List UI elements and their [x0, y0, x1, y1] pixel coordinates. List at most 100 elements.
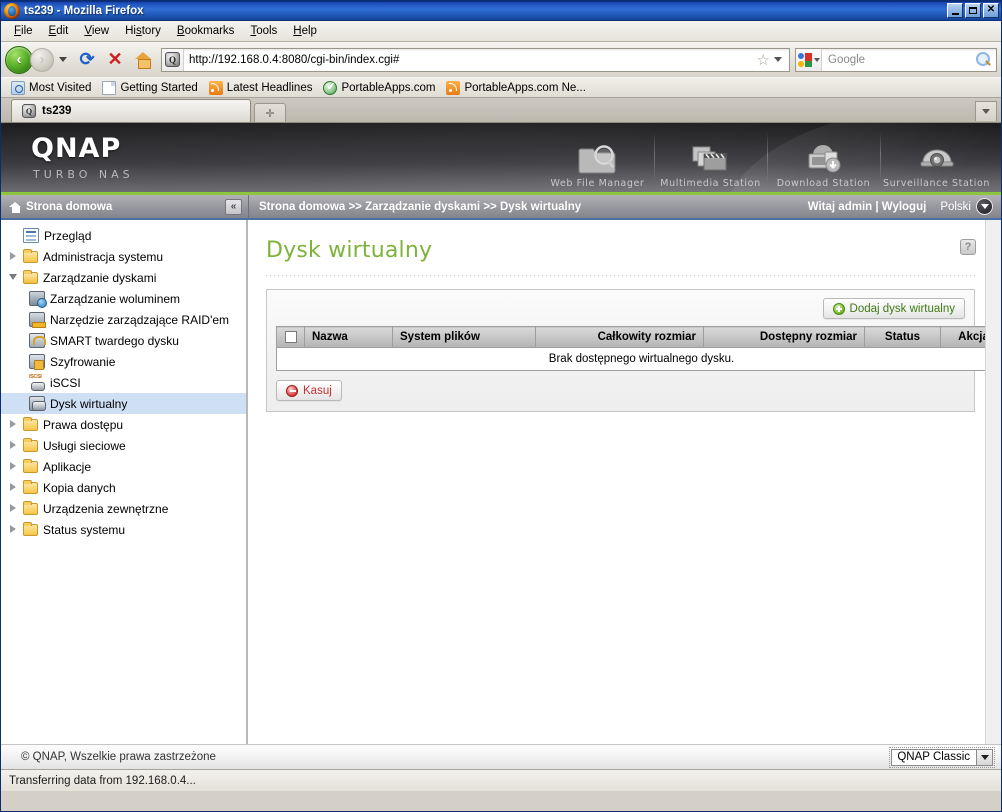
search-input[interactable]: Google [822, 54, 974, 66]
sidebar-item-dysk-wirtualny[interactable]: Dysk wirtualny [1, 393, 246, 414]
history-dropdown-icon[interactable] [59, 57, 67, 62]
sidebar-item-iscsi[interactable]: iSCSI [1, 372, 246, 393]
twisty-icon[interactable] [9, 525, 18, 534]
delete-button[interactable]: Kasuj [276, 380, 342, 401]
twisty-icon[interactable] [9, 504, 18, 513]
google-logo-icon [797, 52, 812, 67]
app-surveillance-station[interactable]: Surveillance Station [880, 126, 993, 192]
search-icon[interactable] [974, 51, 992, 69]
url-text[interactable]: http://192.168.0.4:8080/cgi-bin/index.cg… [184, 54, 757, 66]
bookmark-portableapps[interactable]: PortableApps.com [319, 80, 439, 96]
page-scrollbar[interactable] [985, 220, 1001, 744]
folder-icon [23, 248, 38, 263]
page-footer: © QNAP, Wszelkie prawa zastrzeżone QNAP … [1, 744, 1001, 769]
sidebar-item-zarzadzanie-dyskami[interactable]: Zarządzanie dyskami [1, 267, 246, 288]
menu-view[interactable]: View [76, 23, 117, 39]
sidebar-item-smart-twardego-dysku[interactable]: SMART twardego dysku [1, 330, 246, 351]
tab-ts239[interactable]: Q ts239 [11, 99, 251, 122]
separator: | [875, 200, 879, 213]
logout-link[interactable]: Wyloguj [882, 201, 927, 213]
language-label: Polski [940, 200, 971, 213]
sidebar-item-administracja-systemu[interactable]: Administracja systemu [1, 246, 246, 267]
back-button[interactable]: ‹ [5, 45, 33, 74]
tab-list-button[interactable] [975, 101, 997, 121]
skin-selector[interactable]: QNAP Classic [889, 746, 995, 768]
portableapps-icon [323, 80, 338, 95]
sidebar-item-narzedzie-raid[interactable]: Narzędzie zarządzające RAID'em [1, 309, 246, 330]
folder-icon [23, 458, 38, 473]
select-all-checkbox[interactable] [284, 330, 297, 343]
language-selector[interactable]: Polski [940, 198, 993, 215]
twisty-icon[interactable] [9, 441, 18, 450]
sidebar-item-label: Prawa dostępu [43, 417, 124, 432]
stop-button[interactable]: ✕ [102, 47, 128, 73]
twisty-icon[interactable] [9, 420, 18, 429]
app-multimedia-station[interactable]: Multimedia Station [654, 126, 767, 192]
home-button[interactable] [130, 47, 156, 73]
folder-open-icon [23, 269, 38, 284]
menu-edit[interactable]: Edit [41, 23, 77, 39]
sidebar-item-zarzadzanie-woluminem[interactable]: Zarządzanie woluminem [1, 288, 246, 309]
bookmark-portableapps-news[interactable]: PortableApps.com Ne... [442, 80, 589, 96]
maximize-button[interactable] [965, 3, 981, 18]
menu-history[interactable]: History [117, 23, 169, 39]
search-engine-selector[interactable] [796, 48, 822, 71]
bookmark-getting-started[interactable]: Getting Started [98, 80, 201, 96]
chevron-down-icon[interactable] [976, 749, 992, 765]
folder-icon [23, 521, 38, 536]
twisty-icon[interactable] [9, 252, 18, 261]
twisty-icon [9, 231, 18, 240]
sidebar-item-status-systemu[interactable]: Status systemu [1, 519, 246, 540]
menu-tools[interactable]: Tools [242, 23, 285, 39]
sidebar-collapse-button[interactable]: « [225, 198, 242, 215]
page-body: Przegląd Administracja systemu Zarządzan… [1, 220, 1001, 744]
sidebar-item-urzadzenia-zewnetrzne[interactable]: Urządzenia zewnętrzne [1, 498, 246, 519]
new-tab-button[interactable]: ✛ [254, 103, 286, 122]
sidebar-item-przeglad[interactable]: Przegląd [1, 225, 246, 246]
firefox-window: ts239 - Mozilla Firefox ✕ File Edit View… [0, 0, 1002, 812]
search-bar[interactable]: Google [795, 47, 997, 72]
twisty-icon[interactable] [9, 462, 18, 471]
sidebar-item-prawa-dostepu[interactable]: Prawa dostępu [1, 414, 246, 435]
panel-footer: Kasuj [276, 371, 965, 401]
folder-icon [23, 416, 38, 431]
app-label: Surveillance Station [882, 178, 991, 189]
minimize-button[interactable] [947, 3, 963, 18]
navigation-toolbar: ‹ › ⟳ ✕ Q http://192.168.0.4:8080/cgi-bi… [1, 42, 1001, 77]
chevron-down-icon[interactable] [976, 198, 993, 215]
add-virtual-disk-button[interactable]: Dodaj dysk wirtualny [822, 298, 965, 319]
url-dropdown-icon[interactable] [774, 57, 782, 62]
folder-search-icon [577, 140, 619, 178]
sidebar-item-aplikacje[interactable]: Aplikacje [1, 456, 246, 477]
url-bar[interactable]: Q http://192.168.0.4:8080/cgi-bin/index.… [161, 47, 790, 72]
app-web-file-manager[interactable]: Web File Manager [541, 126, 654, 192]
menu-help[interactable]: Help [285, 23, 325, 39]
add-virtual-disk-label: Dodaj dysk wirtualny [849, 302, 955, 315]
page-title: Dysk wirtualny [266, 238, 433, 263]
table-empty-row: Brak dostępnego wirtualnego dysku. [276, 347, 1001, 371]
sidebar-item-uslugi-sieciowe[interactable]: Usługi sieciowe [1, 435, 246, 456]
app-download-station[interactable]: Download Station [767, 126, 880, 192]
twisty-icon[interactable] [9, 273, 18, 282]
close-icon: ✕ [986, 4, 996, 15]
photos-clapperboard-icon [690, 140, 732, 178]
bookmark-most-visited[interactable]: Most Visited [7, 80, 95, 96]
sidebar-item-kopia-danych[interactable]: Kopia danych [1, 477, 246, 498]
window-titlebar: ts239 - Mozilla Firefox ✕ [1, 1, 1001, 21]
sidebar-item-szyfrowanie[interactable]: Szyfrowanie [1, 351, 246, 372]
status-text: Transferring data from 192.168.0.4... [9, 774, 196, 787]
reload-button[interactable]: ⟳ [74, 47, 100, 73]
tab-favicon: Q [22, 104, 36, 118]
bookmark-latest-headlines[interactable]: Latest Headlines [205, 80, 317, 96]
twisty-icon[interactable] [9, 483, 18, 492]
forward-button[interactable]: › [30, 47, 54, 72]
volume-management-icon [29, 291, 47, 308]
close-button[interactable]: ✕ [983, 3, 999, 18]
sidebar-header: Strona domowa « [1, 195, 248, 220]
delete-icon [286, 384, 298, 397]
bookmark-star-icon[interactable]: ☆ [757, 51, 774, 69]
copyright-text: © QNAP, Wszelkie prawa zastrzeżone [21, 751, 216, 763]
menu-bookmarks[interactable]: Bookmarks [169, 23, 243, 39]
menu-file[interactable]: File [6, 23, 41, 39]
help-button[interactable]: ? [960, 239, 976, 255]
